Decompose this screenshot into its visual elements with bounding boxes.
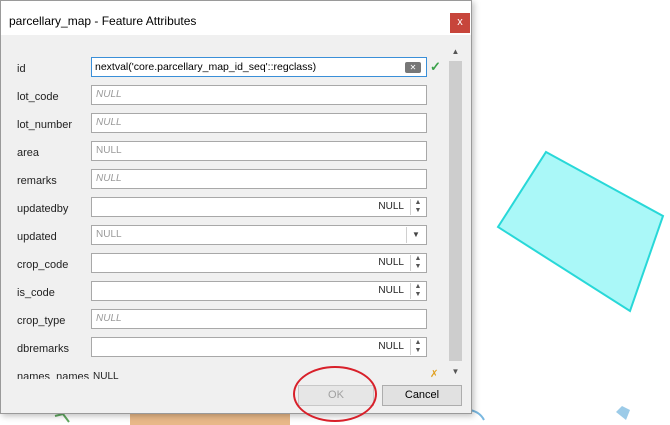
field-label-lot-number: lot_number: [17, 119, 73, 131]
id-field[interactable]: nextval('core.parcellary_map_id_seq'::re…: [91, 57, 427, 77]
cancel-button[interactable]: Cancel: [382, 385, 462, 406]
check-icon: ✓: [430, 59, 441, 74]
close-button[interactable]: x: [450, 13, 470, 33]
scroll-up-icon[interactable]: ▲: [448, 45, 463, 59]
map-feature-fragment: [130, 414, 290, 425]
lot-number-field[interactable]: NULL: [91, 113, 427, 133]
crop-type-value: NULL: [96, 313, 122, 324]
map-feature-fragment: [616, 406, 630, 420]
spin-arrows-icon[interactable]: ▲ ▼: [410, 199, 425, 215]
lot-code-field[interactable]: NULL: [91, 85, 427, 105]
updatedby-spinbox[interactable]: NULL ▲ ▼: [91, 197, 427, 217]
annotation-circle: [293, 366, 377, 422]
updatedby-value: NULL: [378, 201, 404, 212]
field-label-dbremarks: dbremarks: [17, 343, 69, 355]
scroll-down-icon[interactable]: ▼: [448, 365, 463, 379]
vertical-scrollbar[interactable]: ▲ ▼: [448, 45, 463, 379]
remarks-field[interactable]: NULL: [91, 169, 427, 189]
crop-code-value: NULL: [378, 257, 404, 268]
parcel-polygon[interactable]: [496, 150, 665, 313]
dbremarks-spinbox[interactable]: NULL ▲ ▼: [91, 337, 427, 357]
lot-code-value: NULL: [96, 89, 122, 100]
field-label-id: id: [17, 63, 26, 75]
field-label-updatedby: updatedby: [17, 203, 69, 215]
spin-arrows-icon[interactable]: ▲ ▼: [410, 255, 425, 271]
clear-icon[interactable]: ✕: [405, 62, 421, 73]
field-label-area: area: [17, 147, 40, 159]
chevron-down-icon[interactable]: ▼: [406, 227, 425, 243]
updated-value: NULL: [96, 229, 122, 240]
field-label-lot-code: lot_code: [17, 91, 59, 103]
title-bar[interactable]: parcellary_map - Feature Attributes x: [1, 1, 471, 35]
spin-arrows-icon[interactable]: ▲ ▼: [410, 339, 425, 355]
field-label-updated: updated: [17, 231, 57, 243]
is-code-value: NULL: [378, 285, 404, 296]
dialog-title: parcellary_map - Feature Attributes: [9, 14, 197, 28]
spin-arrows-icon[interactable]: ▲ ▼: [410, 283, 425, 299]
map-feature-fragment: [469, 409, 485, 421]
remarks-value: NULL: [96, 173, 122, 184]
field-label-crop-type: crop_type: [17, 315, 66, 327]
dbremarks-value: NULL: [378, 341, 404, 352]
crop-code-spinbox[interactable]: NULL ▲ ▼: [91, 253, 427, 273]
id-field-value: nextval('core.parcellary_map_id_seq'::re…: [95, 61, 317, 73]
is-code-spinbox[interactable]: NULL ▲ ▼: [91, 281, 427, 301]
field-label-remarks: remarks: [17, 175, 57, 187]
updated-dropdown[interactable]: NULL ▼: [91, 225, 427, 245]
crop-type-field[interactable]: NULL: [91, 309, 427, 329]
area-value: NULL: [96, 145, 122, 156]
field-label-crop-code: crop_code: [17, 259, 69, 271]
area-field[interactable]: NULL: [91, 141, 427, 161]
attribute-form: id nextval('core.parcellary_map_id_seq':…: [1, 35, 447, 381]
map-feature-fragment: [54, 412, 70, 423]
lot-number-value: NULL: [96, 117, 122, 128]
field-label-is-code: is_code: [17, 287, 55, 299]
scrollbar-thumb[interactable]: [449, 61, 462, 361]
feature-attributes-dialog: parcellary_map - Feature Attributes x id…: [0, 0, 472, 414]
